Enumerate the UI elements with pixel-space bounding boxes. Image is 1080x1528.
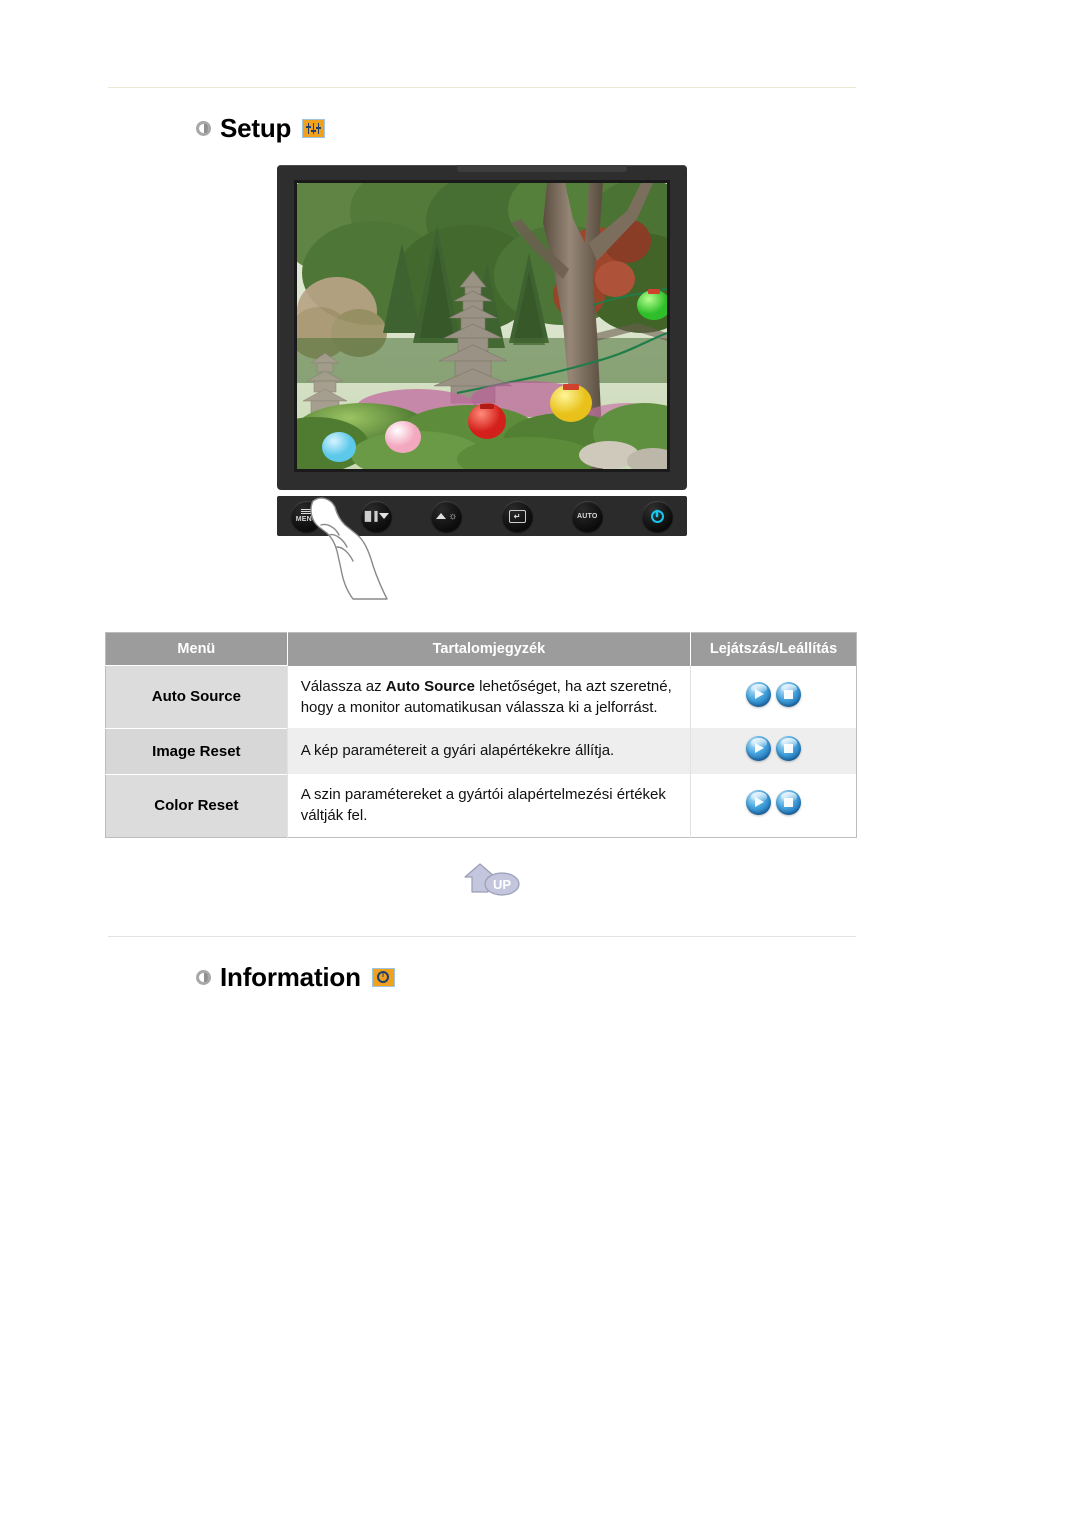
information-section-heading: Information [196,964,395,990]
clock-icon [371,967,395,987]
enter-icon: ↵ [508,509,526,523]
table-row: Auto Source Válassza az Auto Source lehe… [105,665,857,729]
power-button[interactable] [641,500,673,532]
stop-icon[interactable] [776,790,802,816]
stop-icon[interactable] [776,681,802,707]
row-playstop-color-reset [691,774,857,837]
section-title-information: Information [220,962,361,992]
menu-button[interactable]: MENU [291,500,322,532]
monitor-illustration: MENU █▐ ☼ ↵ AUTO [277,165,687,600]
menu-options-table: Menü Tartalomjegyzék Lejátszás/Leállítás… [105,632,857,838]
monitor-top-notch [457,165,627,172]
chevron-up-icon [436,513,447,519]
row-label-image-reset: Image Reset [105,727,288,775]
column-header-contents: Tartalomjegyzék [287,632,692,666]
chevron-down-icon [378,513,389,519]
down-button[interactable]: █▐ [361,500,393,532]
row-playstop-image-reset [690,728,857,775]
column-header-menu: Menü [105,632,288,666]
play-stop-group [746,736,802,762]
menu-bars-icon [301,509,312,515]
wave-icon: █▐ [364,511,378,521]
row-label-auto-source: Auto Source [105,665,288,729]
auto-button[interactable]: AUTO [571,500,603,532]
power-icon [650,509,664,523]
desc-text-bold: Auto Source [385,677,475,695]
bullet-circle-icon [196,120,211,136]
setup-section-heading: Setup [196,113,326,143]
desc-text-start: A szin paramétereket a gyártói alapértel… [300,786,666,825]
divider-top [108,87,856,88]
play-stop-group [746,790,802,816]
monitor-control-bar: MENU █▐ ☼ ↵ AUTO [277,496,687,536]
divider-middle [108,936,856,937]
table-row: Color Reset A szin paramétereket a gyárt… [105,773,857,838]
play-stop-group [746,681,802,707]
bullet-circle-icon [196,969,211,985]
desc-text-start: A kép paramétereit a gyári alapértékekre… [300,742,615,760]
play-icon[interactable] [746,790,772,816]
row-description-color-reset: A szin paramétereket a gyártói alapértel… [287,774,692,838]
up-button-label: UP [493,877,511,892]
table-header-row: Menü Tartalomjegyzék Lejátszás/Leállítás [105,632,857,666]
enter-button[interactable]: ↵ [501,500,533,532]
row-description-auto-source: Válassza az Auto Source lehetőséget, ha … [287,665,692,729]
brightness-up-button[interactable]: ☼ [431,500,463,532]
brightness-icon: ☼ [448,510,458,522]
stop-icon[interactable] [776,736,802,762]
sliders-icon [302,118,326,138]
monitor-screen [297,183,667,469]
play-icon[interactable] [746,736,772,762]
play-icon[interactable] [746,681,772,707]
page-title: Setup [220,113,292,143]
column-header-playstop: Lejátszás/Leállítás [690,632,857,666]
desc-text-start: Válassza az [300,677,386,695]
row-playstop-auto-source [691,666,857,729]
table-row: Image Reset A kép paramétereit a gyári a… [105,727,857,775]
row-description-image-reset: A kép paramétereit a gyári alapértékekre… [287,728,692,775]
row-label-color-reset: Color Reset [105,773,288,838]
up-button[interactable]: UP [462,862,524,898]
